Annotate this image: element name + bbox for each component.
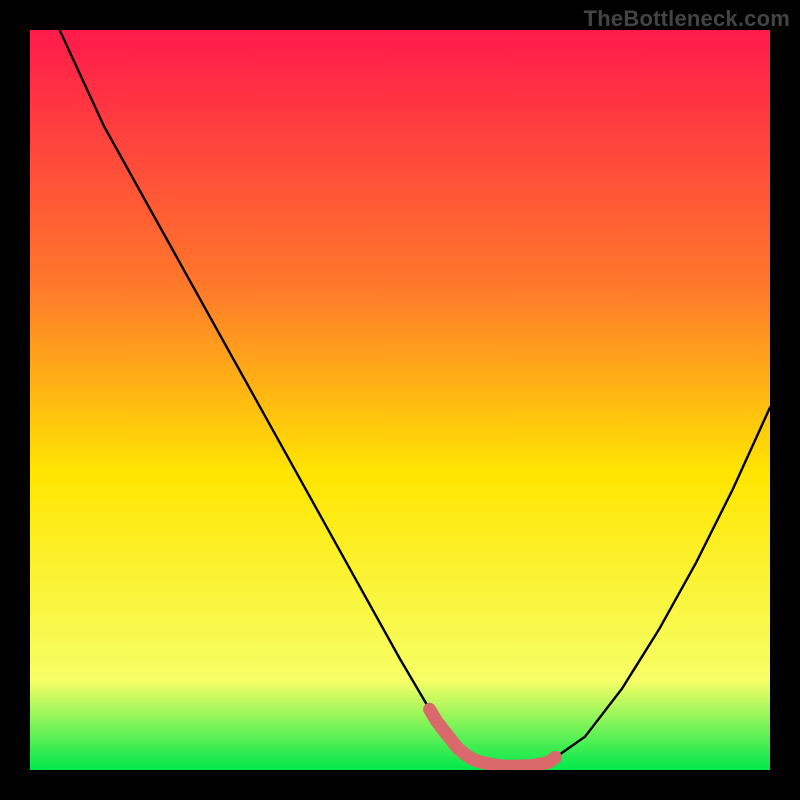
plot-area [30, 30, 770, 770]
plot-svg [30, 30, 770, 770]
watermark-text: TheBottleneck.com [584, 6, 790, 32]
chart-stage: TheBottleneck.com [0, 0, 800, 800]
